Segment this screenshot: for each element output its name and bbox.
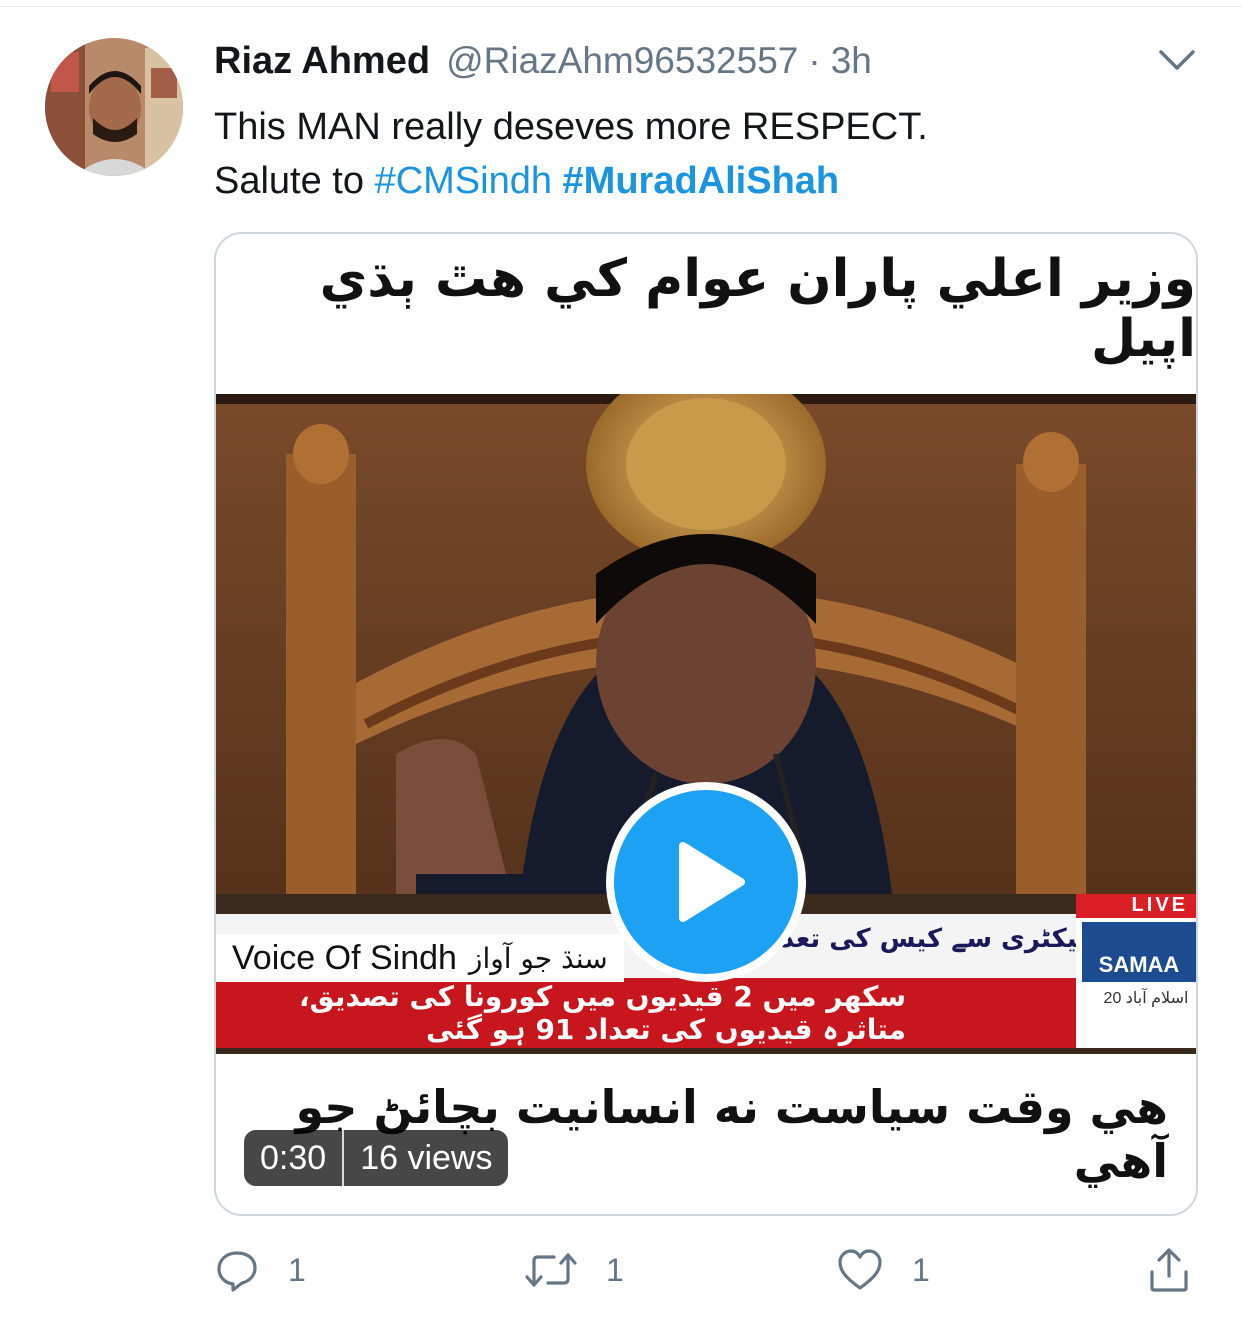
reply-icon <box>217 1251 257 1292</box>
author-name[interactable]: Riaz Ahmed <box>214 40 430 83</box>
tweet-actions: 1 1 1 <box>214 1240 1204 1300</box>
channel-live-badge: LIVE <box>1076 894 1196 918</box>
tweet-time[interactable]: 3h <box>831 40 872 82</box>
watermark: Voice Of Sindh سنڌ جو آواز <box>216 934 624 982</box>
watermark-en: Voice Of Sindh <box>232 938 457 977</box>
video-frame[interactable]: کسی فیکٹری سے کیس کی تعداد فیکٹری سکھر م… <box>216 394 1196 1054</box>
reply-count: 1 <box>288 1251 306 1288</box>
tweet-text-line1: This MAN really deseves more RESPECT. <box>214 106 928 148</box>
retweet-icon <box>525 1253 577 1287</box>
media-top-caption: وزير اعلي پاران عوام کي هٿ ٻڌي اپيل <box>216 234 1196 384</box>
tweet-text-prefix: Salute to <box>214 160 375 202</box>
divider-top <box>0 6 1242 7</box>
play-button[interactable] <box>606 782 806 982</box>
video-duration: 0:30 <box>260 1139 327 1177</box>
watermark-ur: سنڌ جو آواز <box>468 941 608 975</box>
hashtag-cmsindh[interactable]: #CMSindh <box>375 160 552 202</box>
avatar[interactable] <box>45 38 183 176</box>
chevron-down-icon[interactable] <box>1153 40 1201 80</box>
tweet-header: Riaz Ahmed @RiazAhm96532557 · 3h <box>214 40 872 90</box>
like-action[interactable]: 1 <box>836 1240 930 1300</box>
video-card[interactable]: وزير اعلي پاران عوام کي هٿ ٻڌي اپيل کسی … <box>214 232 1198 1216</box>
channel-logo: SAMAA <box>1082 922 1196 982</box>
like-count: 1 <box>912 1251 930 1288</box>
share-action[interactable] <box>1146 1240 1192 1300</box>
play-icon <box>679 842 745 922</box>
retweet-count: 1 <box>606 1251 624 1288</box>
retweet-action[interactable]: 1 <box>524 1240 624 1300</box>
hashtag-muradalishah[interactable]: #MuradAliShah <box>563 160 840 202</box>
share-icon <box>1150 1248 1188 1292</box>
reply-action[interactable]: 1 <box>214 1240 306 1300</box>
video-info-pill: 0:30 16 views <box>244 1130 509 1186</box>
avatar-image <box>45 38 183 176</box>
channel-sub: اسلام آباد 20 <box>1103 990 1189 1007</box>
separator-dot: · <box>808 40 821 81</box>
video-views: 16 views <box>360 1139 493 1177</box>
tweet-text: This MAN really deseves more RESPECT. Sa… <box>214 100 928 208</box>
ticker-bottom: سکھر میں 2 قیدیوں میں کورونا کی تصدیق، م… <box>216 978 1076 1048</box>
author-handle[interactable]: @RiazAhm96532557 <box>446 40 798 82</box>
heart-icon <box>838 1249 882 1290</box>
tweet-text-line2: Salute to #CMSindh #MuradAliShah <box>214 154 928 208</box>
